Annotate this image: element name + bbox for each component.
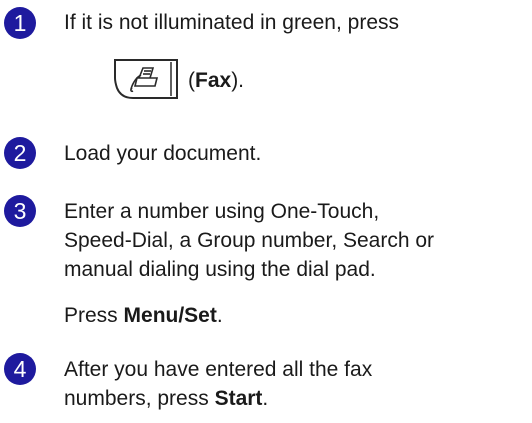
step-number-badge: 4 bbox=[4, 353, 36, 385]
step-text-line-3: manual dialing using the dial pad. bbox=[64, 258, 376, 281]
step-text: Load your document. bbox=[64, 142, 262, 165]
step-press-instruction: Press Menu/Set. bbox=[64, 304, 223, 328]
paren-open: ( bbox=[188, 69, 195, 92]
step-text-line-1: After you have entered all the fax bbox=[64, 358, 373, 381]
step-text-line-2: Speed-Dial, a Group number, Search or bbox=[64, 229, 435, 252]
menu-set-key-label: Menu/Set bbox=[123, 304, 217, 327]
step-text-prefix: numbers, press bbox=[64, 387, 215, 410]
fax-label: Fax bbox=[195, 69, 232, 92]
step-text-line-1: Enter a number using One-Touch, bbox=[64, 200, 380, 223]
step-number-badge: 1 bbox=[4, 7, 36, 39]
fax-key-label: (Fax). bbox=[188, 69, 244, 93]
press-prefix: Press bbox=[64, 304, 124, 327]
press-suffix: . bbox=[216, 304, 223, 327]
step-number-badge: 2 bbox=[4, 137, 36, 169]
step-text-suffix: . bbox=[262, 387, 269, 410]
step-number-badge: 3 bbox=[4, 195, 36, 227]
step-text-line-2: numbers, press Start. bbox=[64, 387, 268, 411]
fax-key-icon bbox=[113, 58, 179, 102]
step-text: If it is not illuminated in green, press bbox=[64, 11, 399, 34]
start-key-label: Start bbox=[214, 387, 263, 410]
paren-close: ). bbox=[231, 69, 245, 92]
